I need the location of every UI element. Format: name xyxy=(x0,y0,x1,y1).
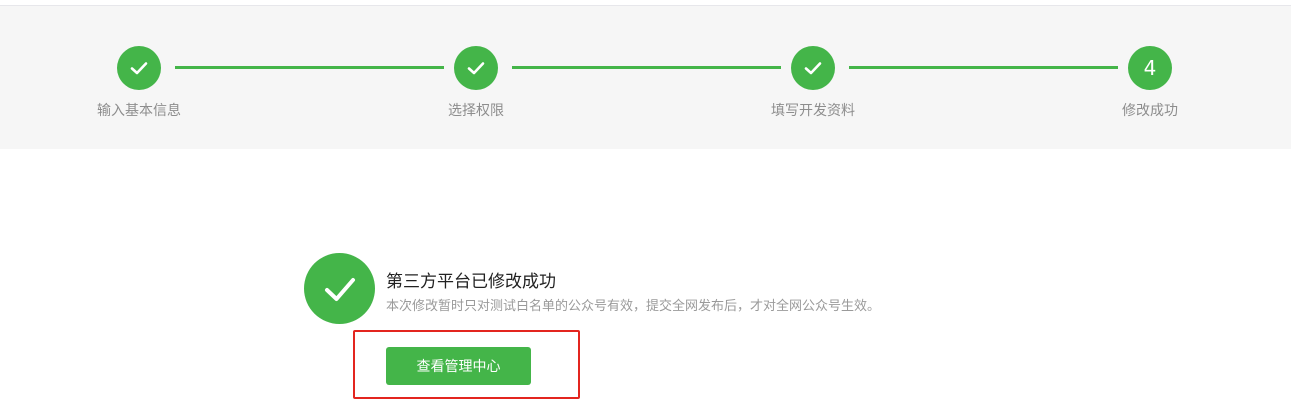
view-management-center-button[interactable]: 查看管理中心 xyxy=(386,347,531,385)
check-icon xyxy=(117,46,161,90)
check-icon xyxy=(791,46,835,90)
step-connector-1 xyxy=(175,66,444,69)
step-2: 选择权限 xyxy=(406,46,546,120)
step-label: 修改成功 xyxy=(1122,103,1178,119)
step-4: 4 修改成功 xyxy=(1080,46,1220,120)
step-connector-3 xyxy=(849,66,1118,69)
check-icon xyxy=(454,46,498,90)
success-check-icon xyxy=(304,253,375,324)
step-3: 填写开发资料 xyxy=(743,46,883,120)
step-label: 填写开发资料 xyxy=(771,103,855,119)
step-number: 4 xyxy=(1128,46,1172,90)
step-label: 输入基本信息 xyxy=(97,103,181,119)
success-title: 第三方平台已修改成功 xyxy=(386,272,556,292)
success-description: 本次修改暂时只对测试白名单的公众号有效，提交全网发布后，才对全网公众号生效。 xyxy=(386,299,881,314)
progress-stepper: 输入基本信息 选择权限 填写开发资料 4 修改成功 xyxy=(0,6,1291,149)
step-1: 输入基本信息 xyxy=(69,46,209,120)
step-label: 选择权限 xyxy=(448,103,504,119)
step-connector-2 xyxy=(512,66,781,69)
